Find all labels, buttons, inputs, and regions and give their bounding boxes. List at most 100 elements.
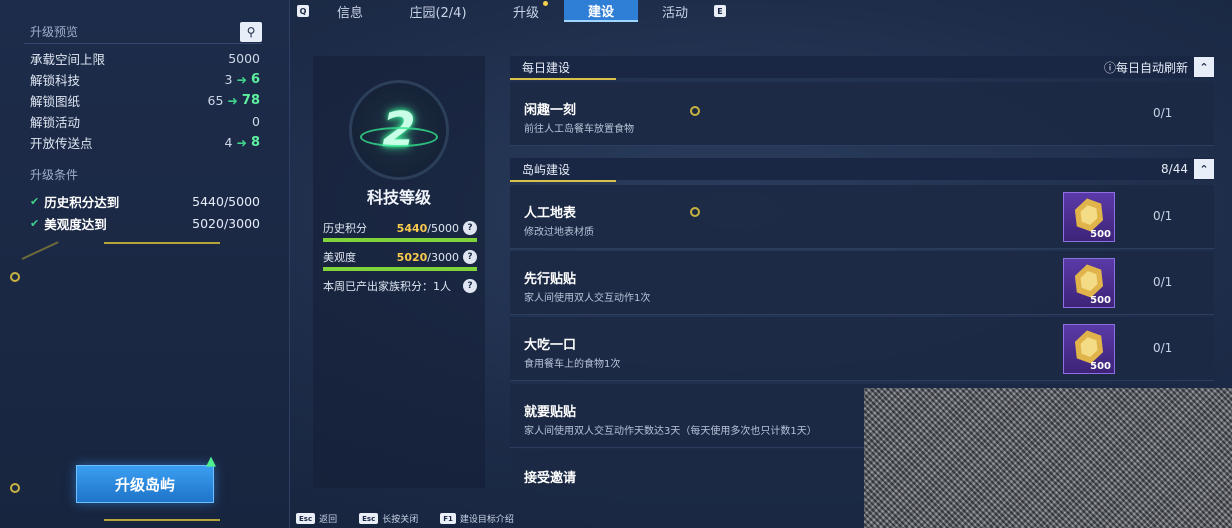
stat-row: 开放传送点 4 ➜ 8 (30, 132, 260, 153)
hint-key: F1 (440, 513, 456, 524)
task-name: 闲趣一刻 (524, 103, 577, 118)
task-name: 先行贴贴 (524, 272, 577, 287)
condition-value: 5020/3000 (192, 215, 260, 231)
task-desc: 家人间使用双人交互动作1次 (524, 293, 651, 304)
task-name: 接受邀请 (524, 471, 577, 486)
hint-intro[interactable]: F1 建设目标介绍 (440, 512, 514, 525)
stat-value: 3 (224, 72, 233, 87)
notification-dot (543, 1, 548, 6)
hint-close[interactable]: Esc 长按关闭 (359, 512, 418, 525)
task-progress: 0/1 (1153, 209, 1173, 223)
stat-label: 解锁科技 (30, 73, 81, 88)
island-build-title: 岛屿建设 (522, 162, 571, 177)
task-row[interactable]: 闲趣一刻 前往人工岛餐车放置食物 0/1 (510, 82, 1214, 146)
island-build-count: 8/44 (1161, 162, 1188, 176)
tab-activity[interactable]: 活动 (650, 0, 700, 22)
beauty-target: /3000 (427, 250, 459, 264)
help-icon[interactable]: ? (463, 250, 477, 264)
deco-node (10, 483, 20, 493)
hint-key: Esc (359, 513, 379, 524)
stat-row: 承载空间上限 5000 (30, 48, 260, 69)
arrow-right-icon: ➜ (236, 135, 247, 150)
reward-amount: 500 (1090, 229, 1111, 240)
conditions-list: ✔ 历史积分达到 5440/5000 ✔ 美观度达到 5020/3000 (30, 190, 260, 234)
bottom-hint-bar: Esc 返回 Esc 长按关闭 F1 建设目标介绍 (296, 512, 528, 525)
condition-row: ✔ 美观度达到 5020/3000 (30, 212, 260, 234)
upgrade-island-button[interactable]: 升级岛屿 (76, 465, 214, 503)
help-icon[interactable]: ? (463, 279, 477, 293)
tab-info[interactable]: 信息 (322, 0, 378, 22)
reward-icon[interactable]: 500 (1063, 192, 1115, 242)
task-progress: 0/1 (1153, 275, 1173, 289)
stat-value: 4 (224, 135, 233, 150)
beauty-progress-fill (323, 267, 477, 271)
task-name: 就要贴贴 (524, 405, 577, 420)
search-icon[interactable]: ⚲ (240, 21, 262, 42)
hint-back[interactable]: Esc 返回 (296, 512, 337, 525)
stat-new-value: 78 (241, 93, 260, 108)
tab-build[interactable]: 建设 (564, 0, 638, 22)
task-progress: 0/1 (1153, 106, 1173, 120)
tech-level-panel: 2 科技等级 历史积分 5440/5000? 美观度 5020/3000? 本周… (313, 56, 485, 488)
deco-node (690, 207, 700, 217)
task-desc: 修改过地表材质 (524, 227, 594, 238)
chevron-up-icon[interactable]: ⌃ (1194, 159, 1214, 179)
island-build-header: 岛屿建设 8/44 ⌃ (510, 158, 1214, 180)
tab-manor[interactable]: 庄园(2/4) (398, 0, 478, 22)
daily-refresh-note: ⓘ每日自动刷新 (1103, 60, 1188, 75)
history-label: 历史积分 (323, 222, 367, 235)
reward-icon[interactable]: 500 (1063, 324, 1115, 374)
task-progress: 0/1 (1153, 341, 1173, 355)
deco-node (690, 106, 700, 116)
check-icon: ✔ (30, 216, 40, 230)
history-progress-bar (323, 238, 477, 242)
stat-new-value: 8 (250, 135, 260, 150)
condition-label: 历史积分达到 (44, 194, 120, 210)
task-name: 大吃一口 (524, 338, 577, 353)
upgrade-preview-panel: 升级预览 ⚲ 承载空间上限 5000 解锁科技 3 ➜ 6 解锁图纸 65 ➜ 78 解… (0, 0, 290, 528)
daily-build-header: 每日建设 ⓘ每日自动刷新 ⌃ (510, 56, 1214, 78)
hint-label: 长按关闭 (382, 515, 419, 525)
upgrade-available-icon: ▲ (206, 454, 216, 469)
stat-value: 5000 (228, 51, 260, 66)
arrow-right-icon: ➜ (236, 72, 247, 87)
arrow-right-icon: ➜ (227, 93, 238, 108)
stat-value: 0 (252, 114, 260, 129)
history-score-row: 历史积分 5440/5000? (323, 220, 477, 236)
condition-row: ✔ 历史积分达到 5440/5000 (30, 190, 260, 212)
help-icon[interactable]: ? (463, 221, 477, 235)
tech-level-title: 科技等级 (366, 188, 431, 207)
deco-line (104, 519, 220, 521)
hint-label: 返回 (319, 515, 338, 525)
stat-label: 承载空间上限 (30, 52, 106, 67)
stat-new-value: 6 (250, 72, 260, 87)
beauty-progress-bar (323, 267, 477, 271)
reward-icon[interactable]: 500 (1063, 258, 1115, 308)
chevron-up-icon[interactable]: ⌃ (1194, 57, 1214, 77)
stat-row: 解锁活动 0 (30, 111, 260, 132)
weekly-row: 本周已产出家族积分：1人 ? (323, 278, 477, 294)
history-target: /5000 (427, 221, 459, 235)
deco-line (104, 242, 220, 244)
check-icon: ✔ (30, 194, 40, 208)
preview-header: 升级预览 ⚲ (24, 20, 262, 44)
task-desc: 食用餐车上的食物1次 (524, 359, 621, 370)
tab-key-right[interactable]: E (714, 5, 726, 17)
hint-label: 建设目标介绍 (459, 515, 514, 525)
tab-key-left[interactable]: Q (297, 5, 309, 17)
task-row[interactable]: 大吃一口 食用餐车上的食物1次 500 0/1 (510, 317, 1214, 381)
stat-label: 解锁活动 (30, 115, 81, 130)
stat-value: 65 (207, 93, 224, 108)
daily-build-title: 每日建设 (522, 60, 571, 75)
task-desc: 家人间使用双人交互动作天数达3天（每天使用多次也只计数1天） (524, 426, 817, 437)
stat-row: 解锁图纸 65 ➜ 78 (30, 90, 260, 111)
section-underline (510, 180, 616, 182)
task-row[interactable]: 人工地表 修改过地表材质 500 0/1 (510, 185, 1214, 249)
task-desc: 前往人工岛餐车放置食物 (524, 124, 634, 135)
condition-value: 5440/5000 (192, 193, 260, 209)
deco-line (21, 241, 59, 260)
watermark-overlay (864, 388, 1232, 528)
task-row[interactable]: 先行贴贴 家人间使用双人交互动作1次 500 0/1 (510, 251, 1214, 315)
history-progress-fill (323, 238, 477, 242)
beauty-row: 美观度 5020/3000? (323, 249, 477, 265)
